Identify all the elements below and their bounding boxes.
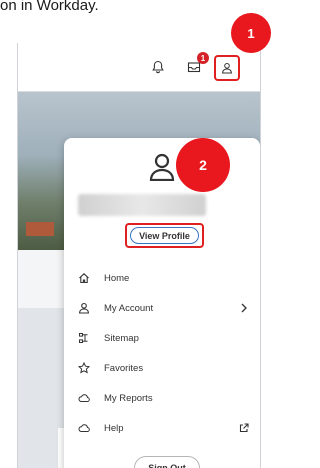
user-name-blurred: [78, 194, 206, 216]
doc-text: on in Workday.: [0, 0, 99, 14]
profile-button[interactable]: [214, 55, 240, 81]
workday-window: 1 View Profile Home My Account Sitemap F…: [17, 43, 261, 468]
view-profile-highlight: View Profile: [125, 223, 204, 248]
home-icon: [76, 270, 92, 286]
menu-item-help[interactable]: Help: [76, 418, 252, 438]
chevron-right-icon: [236, 300, 252, 316]
menu-item-my-reports[interactable]: My Reports: [76, 388, 252, 408]
user-avatar-icon: [149, 153, 175, 182]
menu-item-label: Home: [104, 272, 130, 284]
menu-item-label: Sitemap: [104, 332, 139, 344]
profile-menu-panel: View Profile Home My Account Sitemap Fav…: [64, 138, 260, 468]
star-icon: [76, 360, 92, 376]
callout-2: 2: [176, 138, 230, 192]
menu-item-home[interactable]: Home: [76, 268, 252, 288]
avatar: [149, 153, 175, 186]
external-link-icon: [236, 420, 252, 436]
menu-item-sitemap[interactable]: Sitemap: [76, 328, 252, 348]
view-profile-button[interactable]: View Profile: [130, 227, 199, 244]
menu-item-favorites[interactable]: Favorites: [76, 358, 252, 378]
sitemap-icon: [76, 330, 92, 346]
cloud-icon: [76, 420, 92, 436]
cloud-icon: [76, 390, 92, 406]
background-roof: [26, 222, 54, 236]
inbox-button[interactable]: 1: [184, 52, 209, 77]
bell-icon: [152, 60, 164, 74]
user-icon: [222, 63, 232, 74]
notifications-button[interactable]: [148, 57, 168, 77]
menu-item-my-account[interactable]: My Account: [76, 298, 252, 318]
callout-1: 1: [231, 13, 271, 53]
top-bar: 1: [18, 43, 260, 92]
sign-out-button[interactable]: Sign Out: [134, 456, 200, 468]
menu-item-label: My Account: [104, 302, 154, 314]
menu-item-label: Help: [104, 422, 124, 434]
menu-item-label: My Reports: [104, 392, 153, 404]
notification-badge: 1: [197, 52, 209, 64]
menu-item-label: Favorites: [104, 362, 144, 374]
user-icon: [76, 300, 92, 316]
